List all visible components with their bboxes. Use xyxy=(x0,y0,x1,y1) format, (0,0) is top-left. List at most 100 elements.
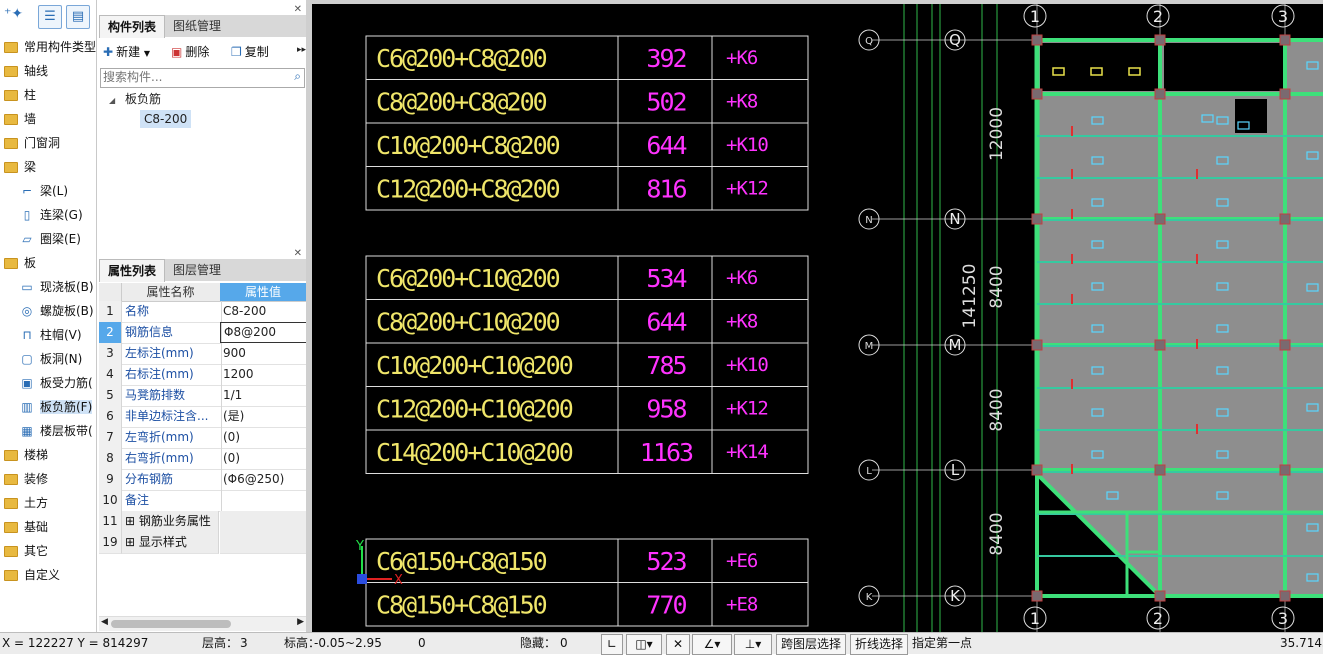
cross-layer-select-button[interactable]: 跨图层选择 xyxy=(776,634,846,655)
property-row[interactable]: 8 右弯折(mm) (0) xyxy=(99,448,309,470)
delete-button[interactable]: ▣ 删除 xyxy=(171,43,209,61)
property-value[interactable]: (0) xyxy=(220,448,309,470)
property-row[interactable]: 19 ⊞ 显示样式 xyxy=(99,532,309,554)
axis-bubble-label: M xyxy=(865,341,874,352)
tree-item[interactable]: ◎ 螺旋板(B) xyxy=(20,299,94,323)
property-row[interactable]: 9 分布钢筋 (Φ6@250) xyxy=(99,469,309,491)
angle-icon[interactable]: ∠▾ xyxy=(692,634,732,655)
property-value[interactable] xyxy=(220,490,309,512)
property-value xyxy=(220,511,309,533)
column xyxy=(1031,339,1043,351)
polyline-select-button[interactable]: 折线选择 xyxy=(850,634,908,655)
table-spec-text: C8@200+C8@200 xyxy=(376,87,547,116)
tree-item[interactable]: ▱ 圈梁(E) xyxy=(20,227,81,251)
axis-bubble-label: 2 xyxy=(1153,609,1163,628)
scrollbar-thumb[interactable] xyxy=(111,620,231,628)
component-item[interactable]: C8-200 xyxy=(140,110,192,128)
tree-group-row[interactable]: ◢ 板负筋 xyxy=(109,90,161,110)
search-icon[interactable]: ⌕ xyxy=(294,69,301,84)
property-row[interactable]: 4 右标注(mm) 1200 xyxy=(99,364,309,386)
tree-item[interactable]: 梁 xyxy=(4,155,36,179)
tree-item[interactable]: ▢ 板洞(N) xyxy=(20,347,82,371)
tree-item[interactable]: 基础 xyxy=(4,515,48,539)
new-button[interactable]: ✚ 新建 ▼ xyxy=(103,43,150,61)
tree-item[interactable]: 装修 xyxy=(4,467,48,491)
search-field[interactable]: ⌕ xyxy=(100,68,305,88)
property-value[interactable]: 1200 xyxy=(220,364,309,386)
folder-icon xyxy=(4,546,18,557)
property-value[interactable]: (是) xyxy=(220,406,309,428)
property-row[interactable]: 3 左标注(mm) 900 xyxy=(99,343,309,365)
column xyxy=(1279,339,1291,351)
expand-icon[interactable]: ⊞ xyxy=(125,535,139,549)
cad-canvas[interactable]: C6@200+C8@200 392 +K6 C8@200+C8@200 502 +K8 C1… xyxy=(312,4,1323,632)
tree-item[interactable]: ▦ 楼层板带( xyxy=(20,419,92,443)
tree-item[interactable]: 其它 xyxy=(4,539,48,563)
search-input[interactable] xyxy=(101,69,285,85)
property-row[interactable]: 10 备注 xyxy=(99,490,309,512)
property-row[interactable]: 7 左弯折(mm) (0) xyxy=(99,427,309,449)
column xyxy=(1154,590,1166,602)
tree-item[interactable]: 土方 xyxy=(4,491,48,515)
property-value[interactable]: Φ8@200 xyxy=(220,322,311,343)
copy-button[interactable]: ❐ 复制 xyxy=(231,43,269,61)
tree-item[interactable]: 板 xyxy=(4,251,36,275)
list-view-icon[interactable]: ☰ xyxy=(38,5,62,29)
table-code-text: +K8 xyxy=(726,310,758,332)
property-value[interactable]: C8-200 xyxy=(220,301,309,323)
tree-item-label: 柱帽(V) xyxy=(40,328,82,342)
property-value[interactable]: 1/1 xyxy=(220,385,309,407)
property-row-number: 4 xyxy=(99,364,122,386)
more-icon[interactable]: ▸▸ xyxy=(297,45,306,55)
snap-mode-icon[interactable]: ◫▾ xyxy=(626,634,662,655)
property-row[interactable]: 2 钢筋信息 Φ8@200 xyxy=(99,322,311,344)
close-icon[interactable]: ✕ xyxy=(294,248,302,259)
tree-item-label: 墙 xyxy=(24,112,37,126)
count-value: 0 xyxy=(418,636,426,650)
expand-icon[interactable]: ⊞ xyxy=(125,514,139,528)
status-bar: X = 122227 Y = 814297 层高： 3 标高： -0.05~2.… xyxy=(0,632,1323,655)
tree-item[interactable]: 柱 xyxy=(4,83,36,107)
property-row[interactable]: 5 马凳筋排数 1/1 xyxy=(99,385,309,407)
tab-drawing-manage[interactable]: 图纸管理 xyxy=(165,15,229,37)
property-value[interactable]: (0) xyxy=(220,427,309,449)
tab-layer-manage[interactable]: 图层管理 xyxy=(165,259,229,281)
property-row[interactable]: 1 名称 C8-200 xyxy=(99,301,309,323)
tree-item[interactable]: 常用构件类型 xyxy=(4,35,96,59)
table-spec-text: C12@200+C10@200 xyxy=(376,394,573,423)
offset-icon[interactable]: ⊥▾ xyxy=(734,634,772,655)
ortho-icon[interactable]: ∟ xyxy=(601,634,623,655)
property-row[interactable]: 6 非单边标注含... (是) xyxy=(99,406,309,428)
component-icon: ▱ xyxy=(22,232,32,246)
tree-item[interactable]: ▥ 板负筋(F) xyxy=(20,395,93,419)
tab-property-list[interactable]: 属性列表 xyxy=(99,259,166,282)
collapse-icon[interactable]: ◢ xyxy=(109,96,115,105)
tree-item[interactable]: 自定义 xyxy=(4,563,60,587)
close-icon[interactable]: ✕ xyxy=(294,4,302,15)
property-name: 分布钢筋 xyxy=(122,469,222,491)
column xyxy=(1279,88,1291,100)
property-row-number: 1 xyxy=(99,301,122,323)
cross-icon[interactable]: ✕ xyxy=(666,634,690,655)
tree-item[interactable]: 轴线 xyxy=(4,59,48,83)
horizontal-scrollbar[interactable]: ◀ ▶ xyxy=(99,616,306,631)
tree-item[interactable]: 楼梯 xyxy=(4,443,48,467)
tree-toolbar: ⁺✦ ☰ ▤ xyxy=(0,0,96,32)
tree-expand-icon[interactable]: ⁺✦ xyxy=(4,6,23,22)
property-row-number: 6 xyxy=(99,406,122,428)
tab-component-list[interactable]: 构件列表 xyxy=(99,15,166,38)
tree-item[interactable]: ▭ 现浇板(B) xyxy=(20,275,93,299)
tree-item[interactable]: ▣ 板受力筋( xyxy=(20,371,92,395)
tree-item[interactable]: ⊓ 柱帽(V) xyxy=(20,323,82,347)
tree-item[interactable]: ▯ 连梁(G) xyxy=(20,203,83,227)
scale-value: 35.7143 xyxy=(1280,636,1323,650)
property-value[interactable]: (Φ6@250) xyxy=(220,469,309,491)
detail-view-icon[interactable]: ▤ xyxy=(66,5,90,29)
tree-item[interactable]: ⌐ 梁(L) xyxy=(20,179,68,203)
property-value[interactable]: 900 xyxy=(220,343,309,365)
property-row[interactable]: 11 ⊞ 钢筋业务属性 xyxy=(99,511,309,533)
drawing-area[interactable]: C6@200+C8@200 392 +K6 C8@200+C8@200 502 +K8 C1… xyxy=(312,4,1323,632)
property-row-number: 11 xyxy=(99,511,122,533)
tree-item[interactable]: 墙 xyxy=(4,107,36,131)
tree-item[interactable]: 门窗洞 xyxy=(4,131,60,155)
